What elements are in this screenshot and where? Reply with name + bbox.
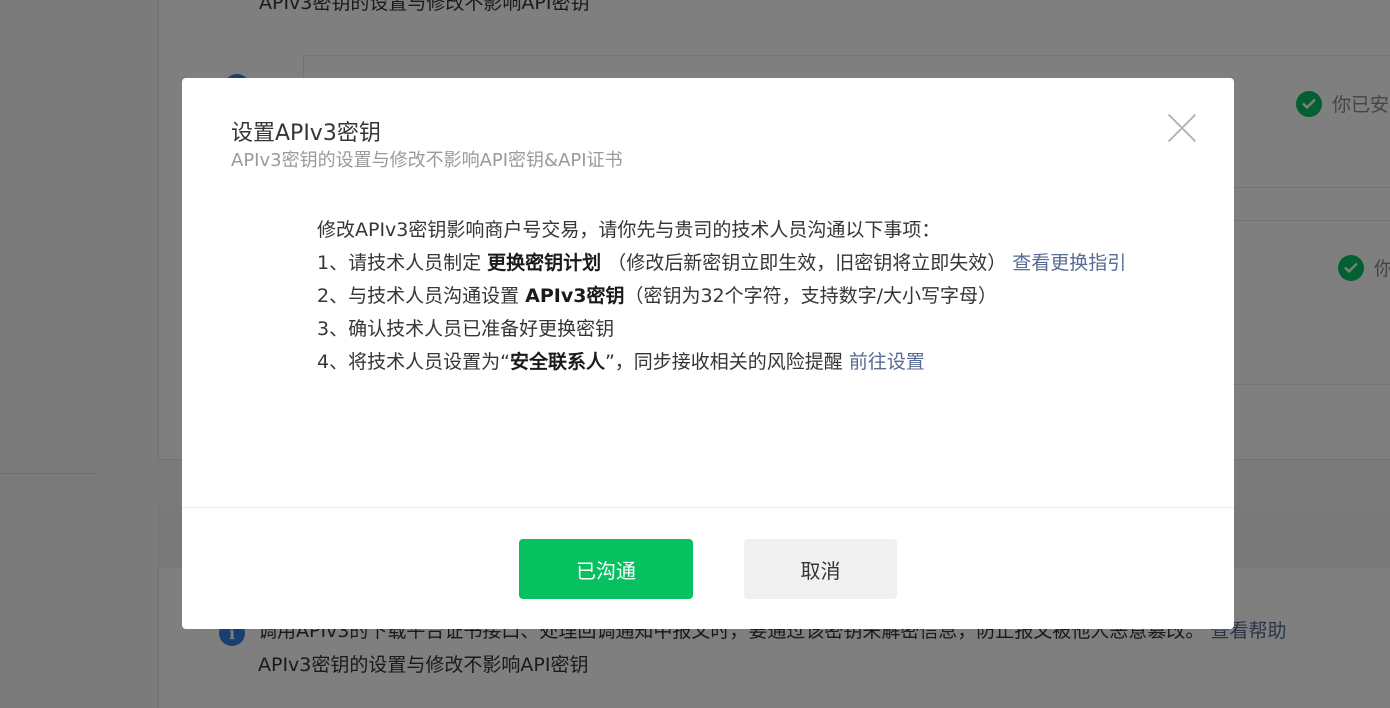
item1-prefix: 1、请技术人员制定 [317,252,488,274]
apiv3-key-dialog: 设置APIv3密钥 APIv3密钥的设置与修改不影响API密钥&API证书 修改… [182,78,1234,629]
cancel-button[interactable]: 取消 [744,539,897,599]
item2-prefix: 2、与技术人员沟通设置 [317,285,526,307]
item1-emphasis: 更换密钥计划 [487,252,602,274]
dialog-subtitle: APIv3密钥的设置与修改不影响API密钥&API证书 [231,150,623,171]
item4-prefix: 4、将技术人员设置为“ [317,351,510,373]
checklist-item-2: 2、与技术人员沟通设置 APIv3密钥（密钥为32个字符，支持数字/大小写字母） [317,280,1177,313]
item2-emphasis: APIv3密钥 [525,285,625,307]
item2-suffix: （密钥为32个字符，支持数字/大小写字母） [624,285,998,307]
go-to-settings-link[interactable]: 前往设置 [849,351,925,373]
dialog-intro: 修改APIv3密钥影响商户号交易，请你先与贵司的技术人员沟通以下事项： [317,219,941,241]
checklist-item-4: 4、将技术人员设置为“安全联系人”，同步接收相关的风险提醒 前往设置 [317,346,1177,379]
item1-suffix: （修改后新密钥立即生效，旧密钥将立即失效） [601,252,1013,274]
close-icon[interactable] [1166,112,1198,144]
checklist-item-1: 1、请技术人员制定 更换密钥计划 （修改后新密钥立即生效，旧密钥将立即失效） 查… [317,247,1177,280]
dialog-body: 修改APIv3密钥影响商户号交易，请你先与贵司的技术人员沟通以下事项： 1、请技… [317,214,1177,379]
item4-emphasis: 安全联系人 [509,351,605,373]
checklist-item-3: 3、确认技术人员已准备好更换密钥 [317,318,615,340]
dialog-divider [182,507,1234,508]
confirmed-button[interactable]: 已沟通 [519,539,693,599]
item4-suffix: ”，同步接收相关的风险提醒 [604,351,849,373]
view-guide-link[interactable]: 查看更换指引 [1012,252,1126,274]
dialog-title: 设置APIv3密钥 [231,121,381,146]
